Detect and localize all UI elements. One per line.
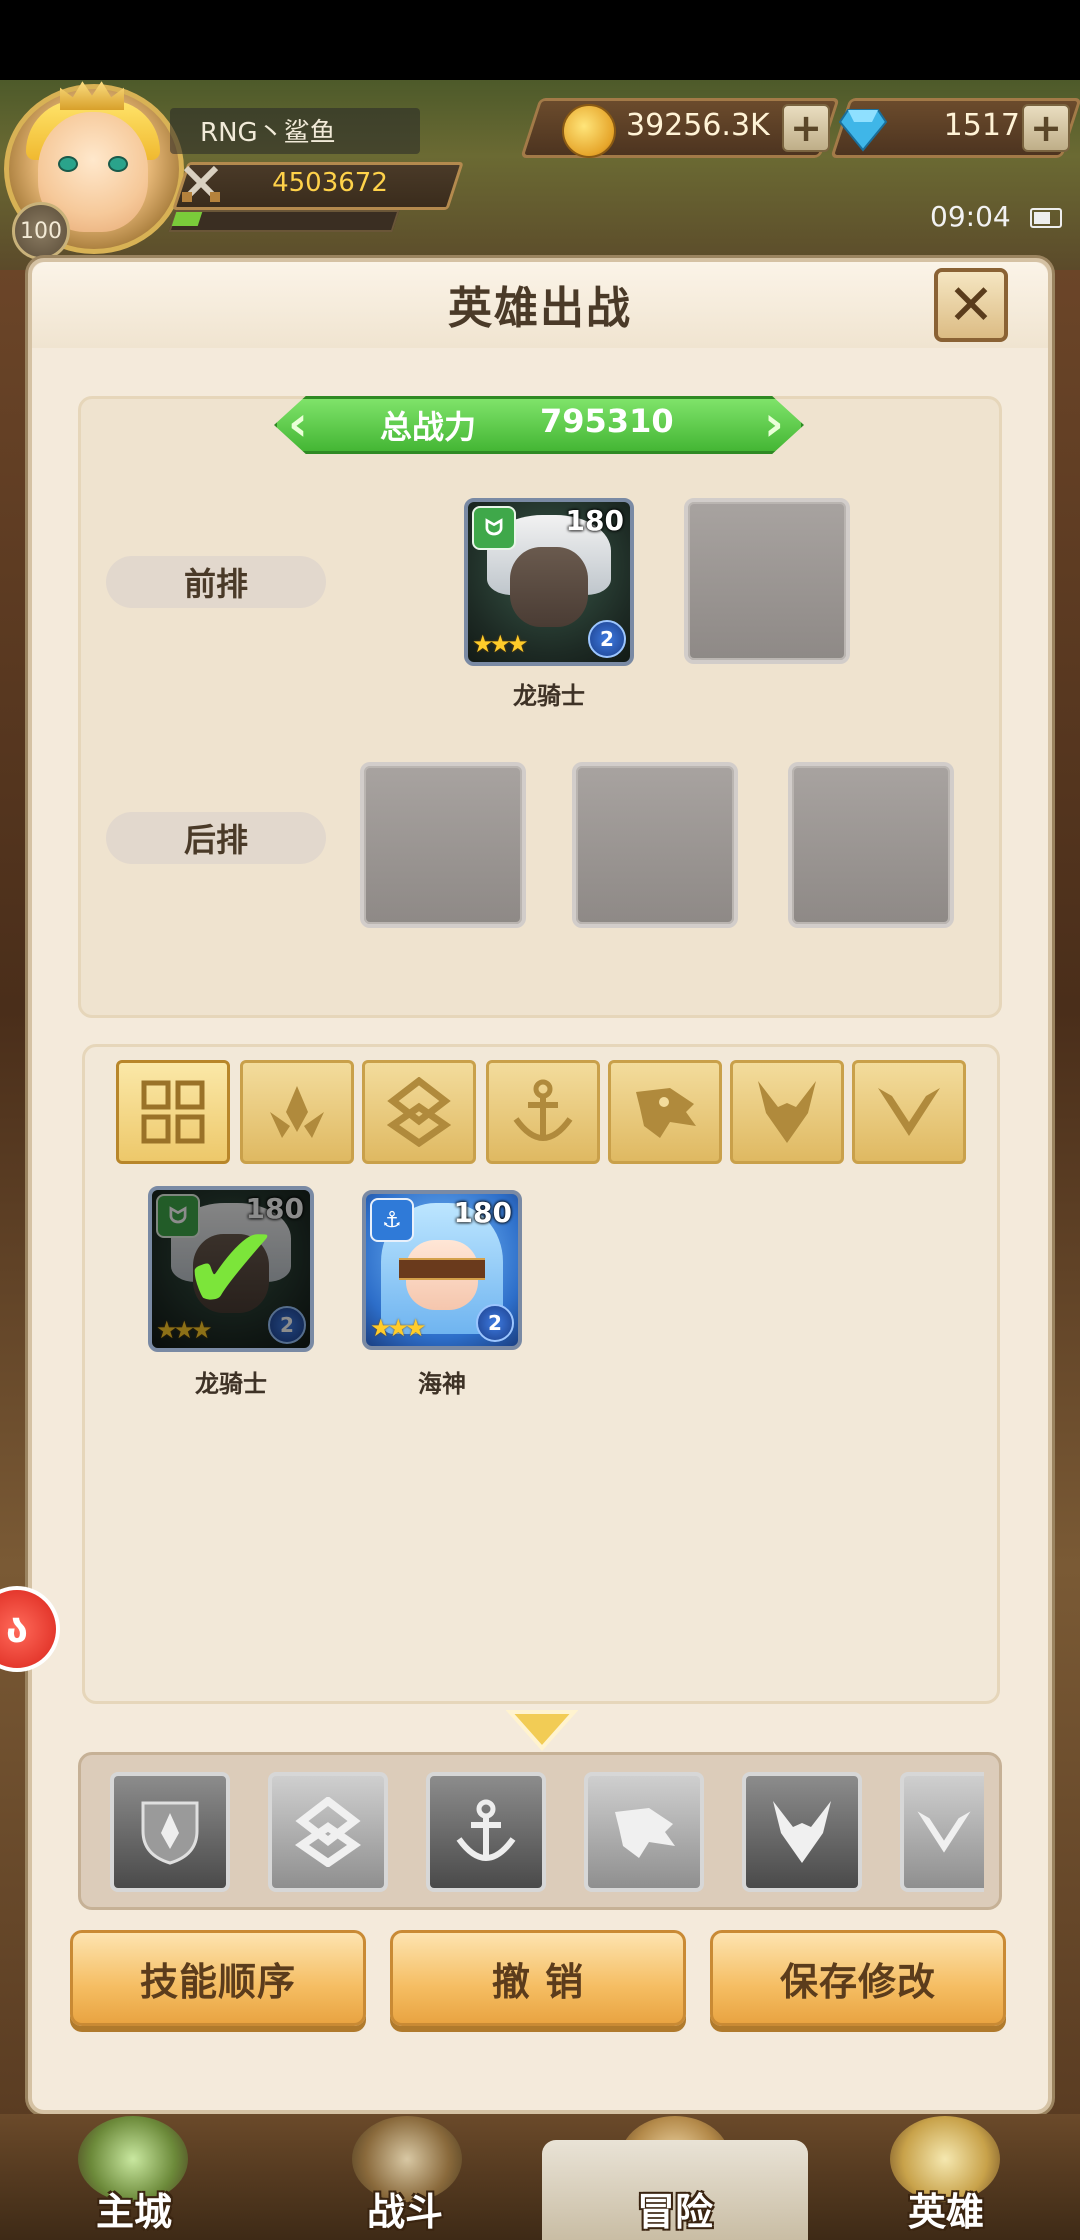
- anchor-faction-icon: ⚓: [370, 1198, 414, 1242]
- filter-beast-tab[interactable]: [608, 1060, 722, 1164]
- wings-icon: [917, 1811, 971, 1853]
- clock: 09:04: [930, 200, 1011, 233]
- filter-demon-tab[interactable]: [730, 1060, 844, 1164]
- formation-chaos-button[interactable]: [268, 1772, 388, 1892]
- roster-hero-card[interactable]: ⚓ 180 ★★★ 2: [362, 1190, 522, 1350]
- roster-hero-name: 龙骑士: [195, 1370, 267, 1398]
- formation-nature-button[interactable]: [110, 1772, 230, 1892]
- total-power-label: 总战力: [380, 408, 477, 446]
- exp-bar: [168, 210, 400, 232]
- hero-portrait-face: [510, 546, 588, 627]
- hero-level: 180: [453, 1196, 512, 1229]
- star-rating: ★★★: [472, 630, 529, 658]
- status-bar: [0, 0, 1080, 80]
- nav-adventure[interactable]: 冒险: [542, 2140, 808, 2240]
- back-slot-1-empty[interactable]: [360, 762, 526, 928]
- nav-label: 战斗: [366, 2190, 443, 2234]
- formation-demon-button[interactable]: [742, 1772, 862, 1892]
- filter-chaos-tab[interactable]: [362, 1060, 476, 1164]
- total-power-value: 795310: [540, 402, 674, 440]
- grid-icon: [141, 1080, 205, 1144]
- selected-check-icon: ✔: [152, 1190, 310, 1348]
- front-row-label: 前排: [106, 556, 326, 608]
- avatar-eye-left: [58, 156, 78, 172]
- formation-sea-button[interactable]: [426, 1772, 546, 1892]
- wings-icon: [878, 1088, 940, 1136]
- nav-hero[interactable]: 英雄: [812, 2140, 1080, 2240]
- expand-arrow-icon[interactable]: [506, 1706, 578, 1752]
- nav-label: 冒险: [636, 2190, 713, 2234]
- player-power-value: 4503672: [272, 168, 388, 198]
- formation-shadow-button[interactable]: [900, 1772, 984, 1892]
- gem-amount: 1517: [943, 108, 1020, 143]
- chevron-right-icon: ›: [764, 396, 784, 452]
- front-hero-name: 龙骑士: [513, 682, 585, 710]
- exp-bar-fill: [171, 212, 203, 226]
- player-level-badge: 100: [12, 202, 70, 260]
- total-power-banner: [274, 396, 804, 454]
- roster-hero-name: 海神: [418, 1370, 466, 1398]
- rank-badge: 2: [588, 620, 626, 658]
- hero-level: 180: [565, 504, 624, 537]
- save-changes-button[interactable]: 保存修改: [710, 1930, 1006, 2026]
- shield-leaf-icon: [141, 1801, 199, 1865]
- dragon-faction-icon: ᗢ: [472, 506, 516, 550]
- beast-head-icon: [615, 1808, 675, 1858]
- filter-shadow-tab[interactable]: [852, 1060, 966, 1164]
- back-slot-3-empty[interactable]: [788, 762, 954, 928]
- beast-head-icon: [636, 1088, 696, 1138]
- filter-sea-tab[interactable]: [486, 1060, 600, 1164]
- leaf-icon: [270, 1086, 324, 1138]
- demon-horns-icon: [773, 1801, 831, 1863]
- rune-icon: [387, 1077, 451, 1147]
- close-button[interactable]: ✕: [934, 268, 1008, 342]
- filter-nature-tab[interactable]: [240, 1060, 354, 1164]
- crossed-swords-icon: [182, 165, 220, 202]
- panel-title: 英雄出战: [448, 283, 632, 334]
- hero-blindfold: [399, 1257, 485, 1281]
- filter-all-tab[interactable]: [116, 1060, 230, 1164]
- add-gold-button[interactable]: +: [782, 104, 830, 152]
- front-slot-1-hero[interactable]: ᗢ 180 ★★★ 2: [464, 498, 634, 666]
- player-name: RNG丶鲨鱼: [200, 118, 336, 148]
- formation-beast-button[interactable]: [584, 1772, 704, 1892]
- back-row-label: 后排: [106, 812, 326, 864]
- demon-horns-icon: [758, 1081, 816, 1143]
- nav-main-city[interactable]: 主城: [0, 2140, 268, 2240]
- add-gems-button[interactable]: +: [1022, 104, 1070, 152]
- nav-label: 英雄: [907, 2190, 984, 2234]
- gold-coin-icon: [562, 104, 616, 158]
- star-rating: ★★★: [370, 1314, 427, 1342]
- back-slot-2-empty[interactable]: [572, 762, 738, 928]
- roster-hero-card[interactable]: ᗢ 180 ★★★ 2 ✔: [148, 1186, 314, 1352]
- rune-icon: [295, 1797, 361, 1867]
- rank-badge: 2: [476, 1304, 514, 1342]
- front-slot-2-empty[interactable]: [684, 498, 850, 664]
- anchor-icon: [513, 1079, 573, 1141]
- nav-battle[interactable]: 战斗: [272, 2140, 538, 2240]
- avatar-eye-right: [108, 156, 128, 172]
- skill-order-button[interactable]: 技能顺序: [70, 1930, 366, 2026]
- chevron-left-icon: ‹: [288, 396, 308, 452]
- battery-level: [1034, 212, 1050, 224]
- nav-label: 主城: [95, 2190, 172, 2234]
- assistant-icon: ა: [5, 1606, 29, 1652]
- diamond-icon: [838, 109, 888, 152]
- gold-amount: 39256.3K: [626, 108, 770, 143]
- undo-button[interactable]: 撤 销: [390, 1930, 686, 2026]
- anchor-icon: [456, 1799, 516, 1861]
